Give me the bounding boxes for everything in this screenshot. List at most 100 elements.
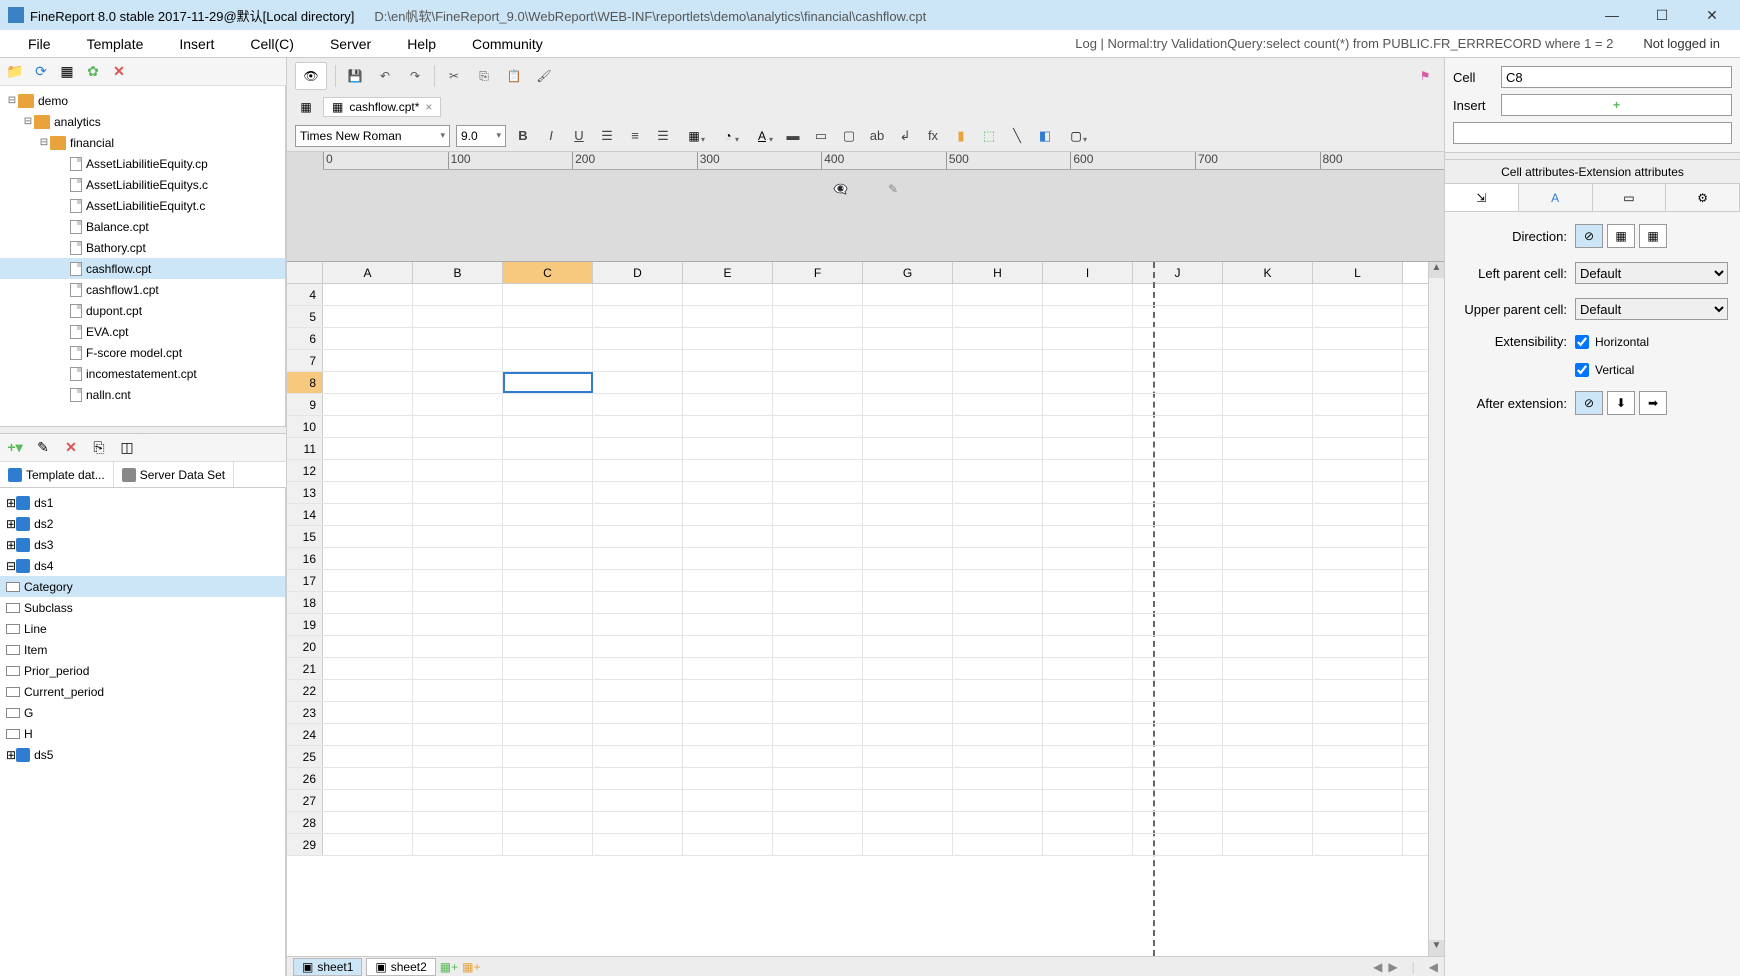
row-header-7[interactable]: 7 [287,350,323,371]
cell-G23[interactable] [863,702,953,723]
cell-E21[interactable] [683,658,773,679]
column-node[interactable]: G [0,702,285,723]
cell-B22[interactable] [413,680,503,701]
cell-J21[interactable] [1133,658,1223,679]
cell-D19[interactable] [593,614,683,635]
cell-G28[interactable] [863,812,953,833]
cell-I19[interactable] [1043,614,1133,635]
cell-A27[interactable] [323,790,413,811]
column-node[interactable]: H [0,723,285,744]
cell-B4[interactable] [413,284,503,305]
cell-I7[interactable] [1043,350,1133,371]
after-ext-none[interactable]: ⊘ [1575,391,1603,415]
brush-icon[interactable]: 🖌 [533,65,555,87]
cell-L11[interactable] [1313,438,1403,459]
cell-L8[interactable] [1313,372,1403,393]
cell-L19[interactable] [1313,614,1403,635]
cell-J28[interactable] [1133,812,1223,833]
cell-K18[interactable] [1223,592,1313,613]
cell-A23[interactable] [323,702,413,723]
cell-D20[interactable] [593,636,683,657]
after-ext-right[interactable]: ➡ [1639,391,1667,415]
cell-B16[interactable] [413,548,503,569]
cell-I8[interactable] [1043,372,1133,393]
text-icon[interactable]: ab [866,125,888,147]
cell-I22[interactable] [1043,680,1133,701]
cell-F4[interactable] [773,284,863,305]
cell-I9[interactable] [1043,394,1133,415]
dataset-node[interactable]: ⊞ds1 [0,492,285,513]
file-node[interactable]: F-score model.cpt [0,342,285,363]
cell-J8[interactable] [1133,372,1223,393]
font-select[interactable]: Times New Roman▾ [295,125,450,147]
cell-A20[interactable] [323,636,413,657]
cell-K28[interactable] [1223,812,1313,833]
formula-icon[interactable]: fx [922,125,944,147]
cell-C17[interactable] [503,570,593,591]
cell-F24[interactable] [773,724,863,745]
cell-D18[interactable] [593,592,683,613]
attr-tab-expand[interactable]: ⇲ [1445,184,1519,211]
image-icon[interactable]: ⬚ [978,125,1000,147]
column-node[interactable]: Prior_period [0,660,285,681]
cell-B8[interactable] [413,372,503,393]
cell-C6[interactable] [503,328,593,349]
row-header-24[interactable]: 24 [287,724,323,745]
cell-B21[interactable] [413,658,503,679]
textcolor-dropdown[interactable]: A [748,125,776,147]
cell-A19[interactable] [323,614,413,635]
cell-L22[interactable] [1313,680,1403,701]
cell-J27[interactable] [1133,790,1223,811]
cell-I13[interactable] [1043,482,1133,503]
cell-F5[interactable] [773,306,863,327]
cell-J25[interactable] [1133,746,1223,767]
cell-A11[interactable] [323,438,413,459]
cell-K29[interactable] [1223,834,1313,855]
cell-F20[interactable] [773,636,863,657]
row-header-22[interactable]: 22 [287,680,323,701]
tab-template-data[interactable]: Template dat... [0,462,114,487]
cell-I16[interactable] [1043,548,1133,569]
horizontal-checkbox[interactable] [1575,335,1589,349]
menu-server[interactable]: Server [312,32,389,56]
cell-D11[interactable] [593,438,683,459]
cell-K15[interactable] [1223,526,1313,547]
file-node[interactable]: nalln.cnt [0,384,285,405]
cell-K19[interactable] [1223,614,1313,635]
folder-node[interactable]: ⊟demo [0,90,285,111]
cell-F12[interactable] [773,460,863,481]
cell-I21[interactable] [1043,658,1133,679]
cell-J16[interactable] [1133,548,1223,569]
cell-B6[interactable] [413,328,503,349]
row-header-9[interactable]: 9 [287,394,323,415]
row-header-17[interactable]: 17 [287,570,323,591]
cell-B13[interactable] [413,482,503,503]
vertical-checkbox[interactable] [1575,363,1589,377]
cell-J5[interactable] [1133,306,1223,327]
cell-E20[interactable] [683,636,773,657]
direction-none[interactable]: ⊘ [1575,224,1603,248]
cell-B27[interactable] [413,790,503,811]
cell-G26[interactable] [863,768,953,789]
column-node[interactable]: Category [0,576,285,597]
cell-H18[interactable] [953,592,1043,613]
cell-F6[interactable] [773,328,863,349]
cell-F17[interactable] [773,570,863,591]
cell-K11[interactable] [1223,438,1313,459]
cell-J19[interactable] [1133,614,1223,635]
col-header-I[interactable]: I [1043,262,1133,283]
cell-H29[interactable] [953,834,1043,855]
cell-H17[interactable] [953,570,1043,591]
spreadsheet-grid[interactable]: ABCDEFGHIJKL 456789101112131415161718192… [287,262,1444,956]
cell-K17[interactable] [1223,570,1313,591]
cell-G24[interactable] [863,724,953,745]
cell-A25[interactable] [323,746,413,767]
cell-K4[interactable] [1223,284,1313,305]
cell-F18[interactable] [773,592,863,613]
cell-D6[interactable] [593,328,683,349]
cell-H11[interactable] [953,438,1043,459]
other-ds-icon[interactable]: ◫ [118,439,136,457]
cell-F11[interactable] [773,438,863,459]
cell-G20[interactable] [863,636,953,657]
close-button[interactable]: ✕ [1702,5,1722,25]
